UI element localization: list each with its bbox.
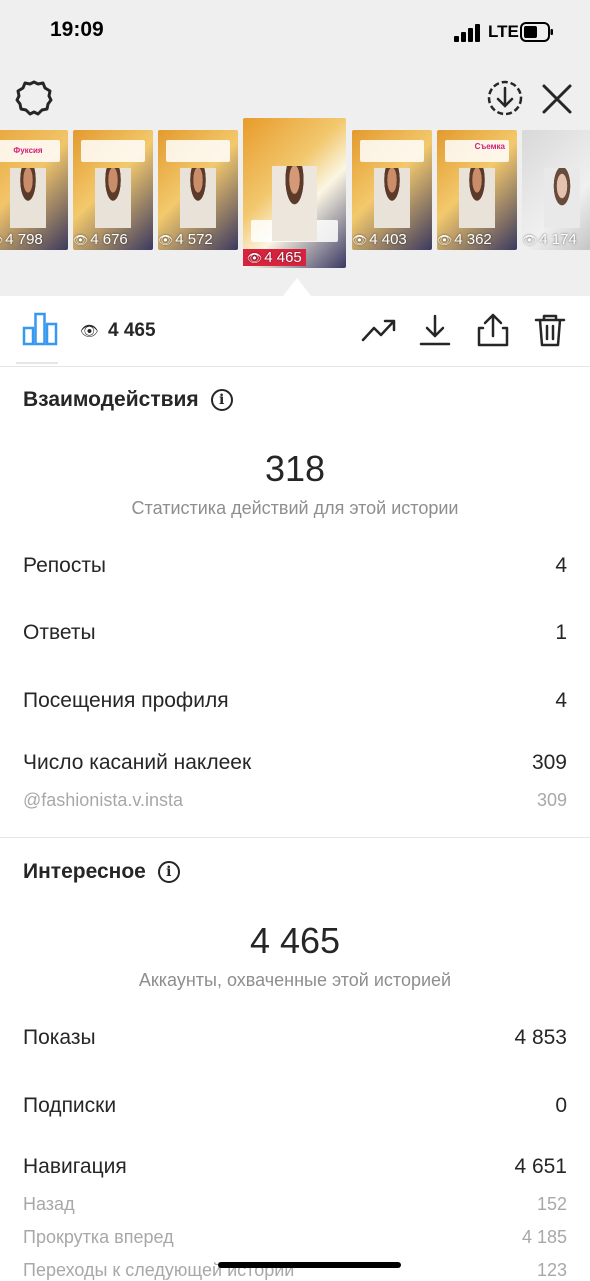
thumbnail-views: 4 174 [539,231,577,248]
stat-row-navigation: Навигация 4 651 [23,1155,567,1179]
discovery-title-text: Интересное [23,860,146,883]
interactions-subtitle: Статистика действий для этой истории [131,498,459,518]
download-icon[interactable] [416,312,454,348]
stat-label: Посещения профиля [23,689,229,712]
interactions-title-text: Взаимодействия [23,388,199,411]
stat-row-impressions: Показы 4 853 [23,1026,567,1050]
save-story-icon[interactable] [485,78,525,118]
story-thumbnail-selected[interactable]: 👁 4 465 [243,118,346,268]
story-thumbnail[interactable]: 👁 4 403 [352,130,432,250]
thumbnail-caption [81,140,145,162]
eye-icon: 👁 [158,232,174,247]
stat-value: 152 [536,1194,567,1214]
views-total: 4 465 [108,320,156,341]
stat-value: 4 853 [514,1026,567,1049]
stat-value: 309 [536,790,567,810]
trending-icon[interactable] [360,312,398,348]
stat-row-forward: Прокрутка вперед 4 185 [23,1227,567,1248]
interactions-title: Взаимодействия i [23,388,233,412]
stat-row-profile-visits: Посещения профиля 4 [23,689,567,713]
stat-label: Подписки [23,1094,117,1117]
section-divider [0,837,590,838]
stat-row-sticker-taps: Число касаний наклеек 309 [23,751,567,775]
thumbnail-views: 4 362 [454,231,492,248]
eye-icon: 👁 [73,232,89,247]
discovery-total: 4 465 [249,920,341,961]
thumbnail-caption [360,140,424,162]
story-thumbnail[interactable]: 👁 4 174 [522,130,590,250]
thumbnail-views: 4 403 [369,231,407,248]
info-icon[interactable]: i [157,861,180,883]
thumbnail-caption: Съемка [445,140,509,162]
battery-icon [520,22,553,42]
tab-underline [16,362,58,364]
story-thumbnail[interactable]: 👁 4 676 [73,130,153,250]
discovery-subtitle: Аккаунты, охваченные этой историей [138,970,452,990]
thumbnail-views: 4 798 [5,231,43,248]
thumbnail-caption: Фуксия [0,140,60,162]
network-label: LTE [488,22,519,41]
story-thumbnail[interactable]: Съемка 👁 4 362 [437,130,517,250]
stat-value: 0 [555,1094,567,1117]
story-thumbnails: Фуксия 👁4 798 👁4 676 👁4 572 👁4 465 [0,118,590,278]
stat-label: Навигация [23,1155,127,1178]
stat-label: Назад [23,1194,75,1214]
stat-label: Число касаний наклеек [23,751,252,774]
insights-toolbar: 👁 4 465 [0,296,590,367]
stat-value: 4 651 [514,1155,567,1178]
stat-value: 4 185 [521,1227,567,1247]
stat-row-follows: Подписки 0 [23,1094,567,1118]
home-indicator[interactable] [218,1262,401,1268]
stat-value: 123 [536,1260,567,1280]
thumbnail-views: 4 572 [175,231,213,248]
discovery-title: Интересное i [23,860,180,884]
thumbnail-views: 4 465 [264,249,302,266]
story-thumbnail[interactable]: 👁 4 572 [158,130,238,250]
eye-icon: 👁 [352,232,368,247]
insights-bars-icon[interactable] [22,312,58,346]
eye-icon: 👁 [437,232,453,247]
signal-icon [454,24,482,42]
stat-label: Прокрутка вперед [23,1227,174,1247]
stat-label: @fashionista.v.insta [23,790,184,810]
stat-value: 4 [555,689,567,712]
stat-label: Ответы [23,621,96,644]
eye-icon: 👁 [522,232,538,247]
stat-value: 4 [555,554,567,577]
stat-label: Показы [23,1026,96,1049]
thumbnail-views: 4 676 [90,231,128,248]
story-header: 19:09 LTE Фуксия 👁4 798 👁4 676 [0,0,590,296]
stat-label: Репосты [23,554,107,577]
stat-value: 1 [555,621,567,644]
stat-row-sticker-mention: @fashionista.v.insta 309 [23,790,567,811]
eye-icon: 👁 [247,250,263,265]
stat-row-replies: Ответы 1 [23,621,567,645]
status-time: 19:09 [50,18,104,41]
trash-icon[interactable] [531,312,569,348]
thumbnail-caption [166,140,230,162]
story-thumbnail[interactable]: Фуксия 👁4 798 [0,130,68,250]
eye-icon: 👁 [0,233,3,247]
share-icon[interactable] [474,312,512,348]
eye-icon: 👁 [80,323,100,340]
interactions-total: 318 [264,448,326,489]
stat-value: 309 [531,751,567,774]
stat-row-reposts: Репосты 4 [23,554,567,578]
info-icon[interactable]: i [210,389,233,411]
stat-row-back: Назад 152 [23,1194,567,1215]
settings-gear-icon[interactable] [14,78,54,118]
close-icon[interactable] [538,78,576,118]
selected-pointer [283,278,311,296]
